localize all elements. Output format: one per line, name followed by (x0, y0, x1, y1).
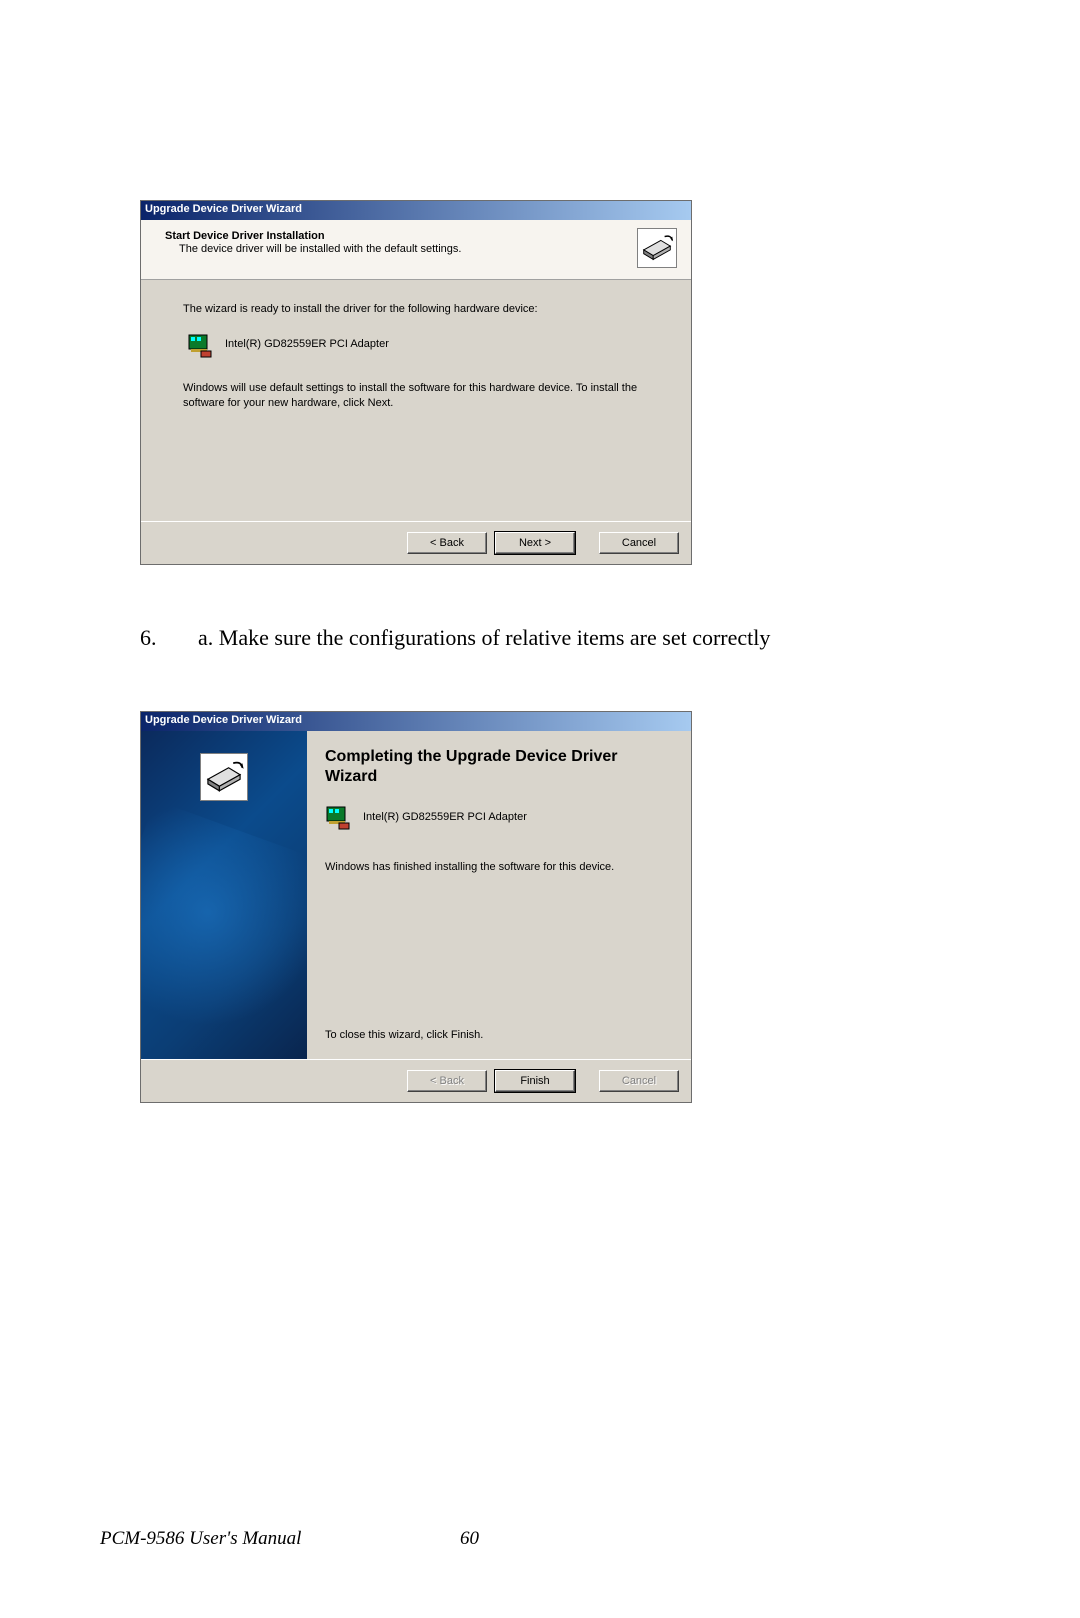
page-number: 60 (460, 1528, 479, 1550)
device-row: Intel(R) GD82559ER PCI Adapter (325, 803, 673, 831)
wizard-header: Start Device Driver Installation The dev… (141, 220, 691, 280)
cancel-button: Cancel (599, 1070, 679, 1092)
network-card-icon (187, 331, 215, 359)
back-button: < Back (407, 1070, 487, 1092)
button-bar: < Back Next > Cancel (141, 521, 691, 564)
wizard-body: The wizard is ready to install the drive… (141, 280, 691, 521)
device-card-icon (200, 753, 248, 801)
titlebar[interactable]: Upgrade Device Driver Wizard (141, 201, 691, 220)
device-name: Intel(R) GD82559ER PCI Adapter (225, 337, 389, 352)
network-card-icon (325, 803, 353, 831)
intro-text: The wizard is ready to install the drive… (183, 302, 649, 317)
titlebar-text: Upgrade Device Driver Wizard (145, 714, 302, 726)
wizard-dialog-start: Upgrade Device Driver Wizard Start Devic… (140, 200, 692, 565)
cancel-button[interactable]: Cancel (599, 532, 679, 554)
device-name: Intel(R) GD82559ER PCI Adapter (363, 811, 527, 823)
device-row: Intel(R) GD82559ER PCI Adapter (183, 331, 649, 359)
completing-title: Completing the Upgrade Device Driver Wiz… (325, 747, 673, 787)
next-button[interactable]: Next > (495, 532, 575, 554)
device-card-icon (637, 228, 677, 268)
step-text: a. Make sure the configurations of relat… (198, 625, 770, 651)
finished-text: Windows has finished installing the soft… (325, 861, 673, 873)
titlebar-text: Upgrade Device Driver Wizard (145, 203, 302, 215)
wizard-body: Completing the Upgrade Device Driver Wiz… (307, 731, 691, 1059)
button-bar: < Back Finish Cancel (141, 1059, 691, 1102)
instruction-text: Windows will use default settings to ins… (183, 381, 649, 411)
manual-title: PCM-9586 User's Manual (100, 1528, 301, 1549)
wizard-sidebar-graphic (141, 731, 307, 1059)
page-footer: PCM-9586 User's Manual 60 (100, 1528, 980, 1550)
header-subtitle: The device driver will be installed with… (165, 243, 679, 255)
back-button[interactable]: < Back (407, 532, 487, 554)
finish-button[interactable]: Finish (495, 1070, 575, 1092)
step-number: 6. (140, 625, 158, 651)
close-hint: To close this wizard, click Finish. (325, 1029, 673, 1041)
step-instruction: 6. a. Make sure the configurations of re… (140, 625, 940, 651)
header-title: Start Device Driver Installation (165, 230, 679, 242)
titlebar[interactable]: Upgrade Device Driver Wizard (141, 712, 691, 731)
wizard-dialog-complete: Upgrade Device Driver Wizard Completing … (140, 711, 692, 1103)
